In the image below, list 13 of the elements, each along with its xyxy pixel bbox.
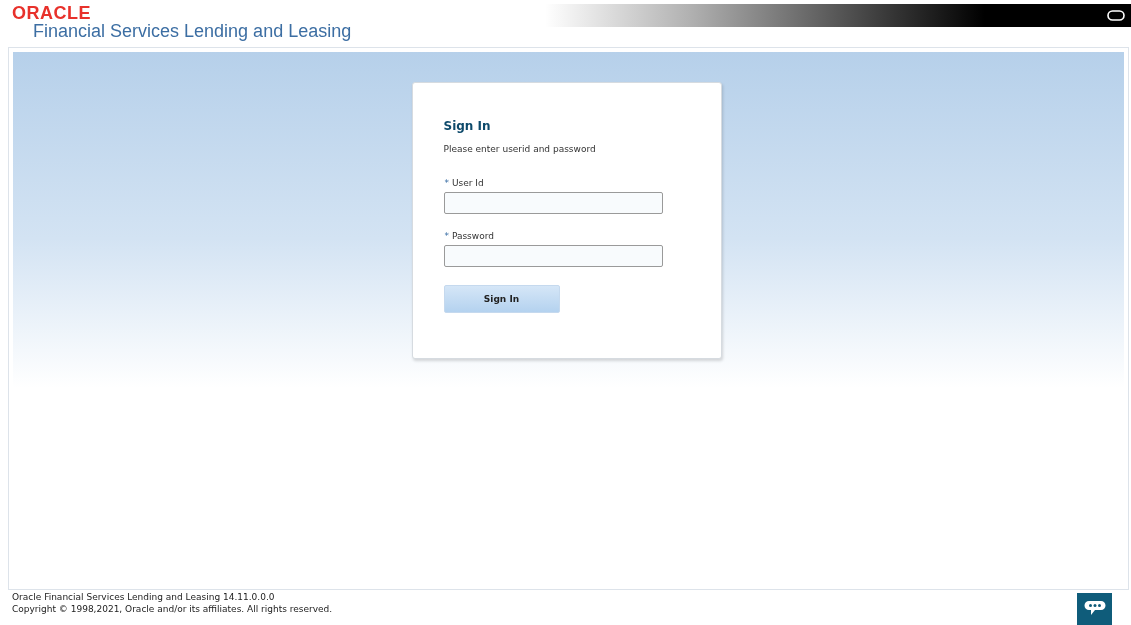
- field-label: * Password: [444, 231, 495, 241]
- chat-button[interactable]: [1077, 593, 1112, 625]
- instructions: Please enter userid and password: [443, 144, 597, 154]
- sign-in-button[interactable]: Sign In: [443, 285, 560, 313]
- input-field[interactable]: [443, 245, 663, 267]
- product-name: Financial Services Lending and Leasing: [33, 21, 352, 41]
- copyright-text: Copyright © 1998,2021, Oracle and/or its affiliates. All rights reserved.: [12, 603, 333, 615]
- field-label: * User Id: [444, 178, 485, 188]
- brand-logo: ORACLE: [12, 5, 92, 21]
- login-title: Sign In: [443, 119, 492, 133]
- version-text: Oracle Financial Services Lending and Leasing 14.11.0.0.0: [12, 591, 276, 603]
- input-field[interactable]: [443, 192, 663, 214]
- oval-logo-icon: [1107, 10, 1125, 21]
